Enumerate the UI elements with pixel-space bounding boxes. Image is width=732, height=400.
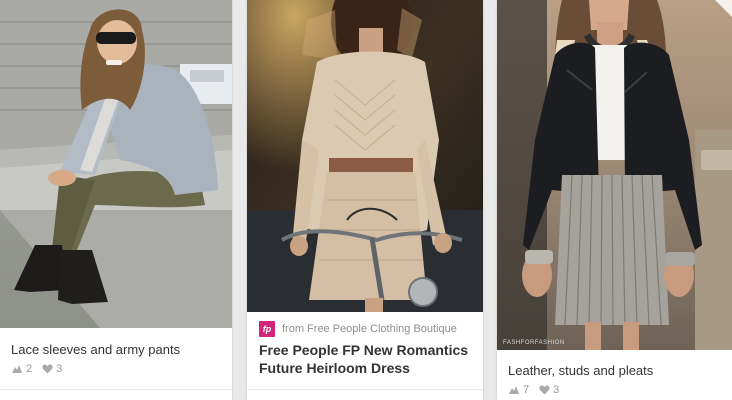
- pin-card-lace-sleeves[interactable]: Lace sleeves and army pants 2 3: [0, 0, 232, 400]
- pin-description: Leather, studs and pleats: [508, 363, 654, 378]
- photo-woman-leather-jacket: [497, 0, 732, 350]
- pin-source[interactable]: fp from Free People Clothing Boutique: [247, 312, 483, 337]
- image-watermark: FASHFORFASHION: [503, 340, 565, 346]
- pin-footer-divider: [247, 389, 483, 400]
- repin-count-value: 7: [523, 384, 530, 396]
- pin-card-leather-studs-pleats[interactable]: FASHFORFASHION Leather, studs and pleats…: [497, 0, 732, 400]
- like-count[interactable]: 3: [42, 363, 62, 375]
- like-count-value: 3: [56, 363, 63, 375]
- repin-count-value: 2: [26, 363, 33, 375]
- source-text: from Free People Clothing Boutique: [282, 323, 457, 335]
- photo-woman-on-bicycle: [247, 0, 483, 312]
- pin-image[interactable]: [247, 0, 483, 312]
- heart-icon: [539, 385, 550, 395]
- pin-title[interactable]: Free People FP New Romantics Future Heir…: [247, 337, 483, 377]
- pin-image[interactable]: [0, 0, 232, 328]
- pin-description: Lace sleeves and army pants: [11, 342, 181, 357]
- heart-icon: [42, 364, 53, 374]
- pin-card-free-people-dress[interactable]: fp from Free People Clothing Boutique Fr…: [247, 0, 483, 400]
- pin-stats: 7 3: [497, 379, 732, 396]
- pin-image[interactable]: FASHFORFASHION: [497, 0, 732, 350]
- repin-count[interactable]: 2: [11, 363, 32, 375]
- repin-icon: [509, 386, 519, 394]
- repin-icon: [12, 365, 22, 373]
- like-count[interactable]: 3: [539, 384, 559, 396]
- repin-count[interactable]: 7: [508, 384, 529, 396]
- like-count-value: 3: [553, 384, 560, 396]
- photo-woman-sitting-on-steps: [0, 0, 232, 328]
- source-badge-icon: fp: [259, 321, 275, 337]
- pin-footer-divider: [0, 389, 232, 400]
- pin-stats: 2 3: [0, 358, 232, 375]
